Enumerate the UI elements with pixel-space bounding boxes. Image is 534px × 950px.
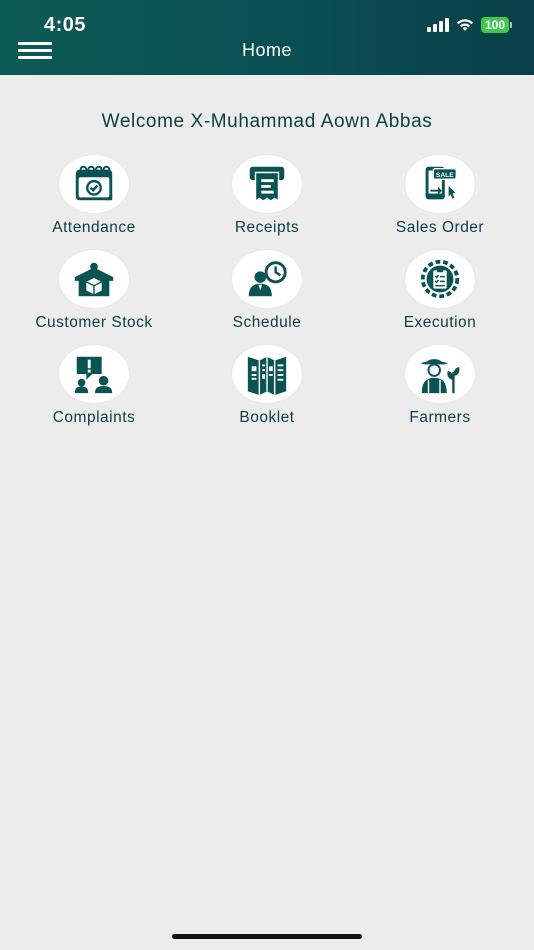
tile-sales-order[interactable]: SALE Sales Order <box>365 155 515 237</box>
cellular-signal-icon <box>426 18 449 32</box>
tile-label: Customer Stock <box>35 314 153 331</box>
farmer-plant-icon <box>420 359 460 394</box>
receipt-icon <box>249 166 285 203</box>
tile-receipts[interactable]: Receipts <box>192 155 342 237</box>
tile-label: Receipts <box>234 219 300 236</box>
person-clock-icon <box>248 261 287 297</box>
tile-label: Execution <box>403 314 477 331</box>
tile-label: Farmers <box>409 409 471 426</box>
complaint-speech-icon <box>74 356 113 394</box>
tile-attendance[interactable]: Attendance <box>19 155 169 237</box>
calendar-check-icon <box>75 165 113 201</box>
battery-icon: 100 <box>480 17 512 33</box>
tile-farmers[interactable]: Farmers <box>365 345 515 427</box>
tile-booklet[interactable]: Booklet <box>192 345 342 427</box>
open-booklet-icon <box>247 356 287 396</box>
svg-text:SALE: SALE <box>436 172 454 179</box>
sale-tag-icon: SALE <box>425 166 458 200</box>
tile-label: Schedule <box>232 314 302 331</box>
page-title: Home <box>241 40 292 60</box>
home-indicator[interactable] <box>172 934 362 939</box>
tile-label: Attendance <box>52 219 136 236</box>
tile-label: Sales Order <box>395 219 485 236</box>
tile-label: Booklet <box>239 409 295 426</box>
wifi-icon <box>456 19 474 31</box>
tile-schedule[interactable]: Schedule <box>192 250 342 332</box>
tile-label: Complaints <box>52 409 136 426</box>
warehouse-box-icon <box>74 262 114 297</box>
app-header: 4:05 100 Home <box>0 0 534 75</box>
tile-complaints[interactable]: Complaints <box>19 345 169 427</box>
tile-customer-stock[interactable]: Customer Stock <box>19 250 169 332</box>
welcome-message: Welcome X-Muhammad Aown Abbas <box>101 111 433 132</box>
tile-execution[interactable]: Execution <box>365 250 515 332</box>
clipboard-gear-icon <box>420 259 460 299</box>
status-time: 4:05 <box>44 14 87 36</box>
battery-level: 100 <box>480 17 509 33</box>
status-icons: 100 <box>426 17 512 33</box>
